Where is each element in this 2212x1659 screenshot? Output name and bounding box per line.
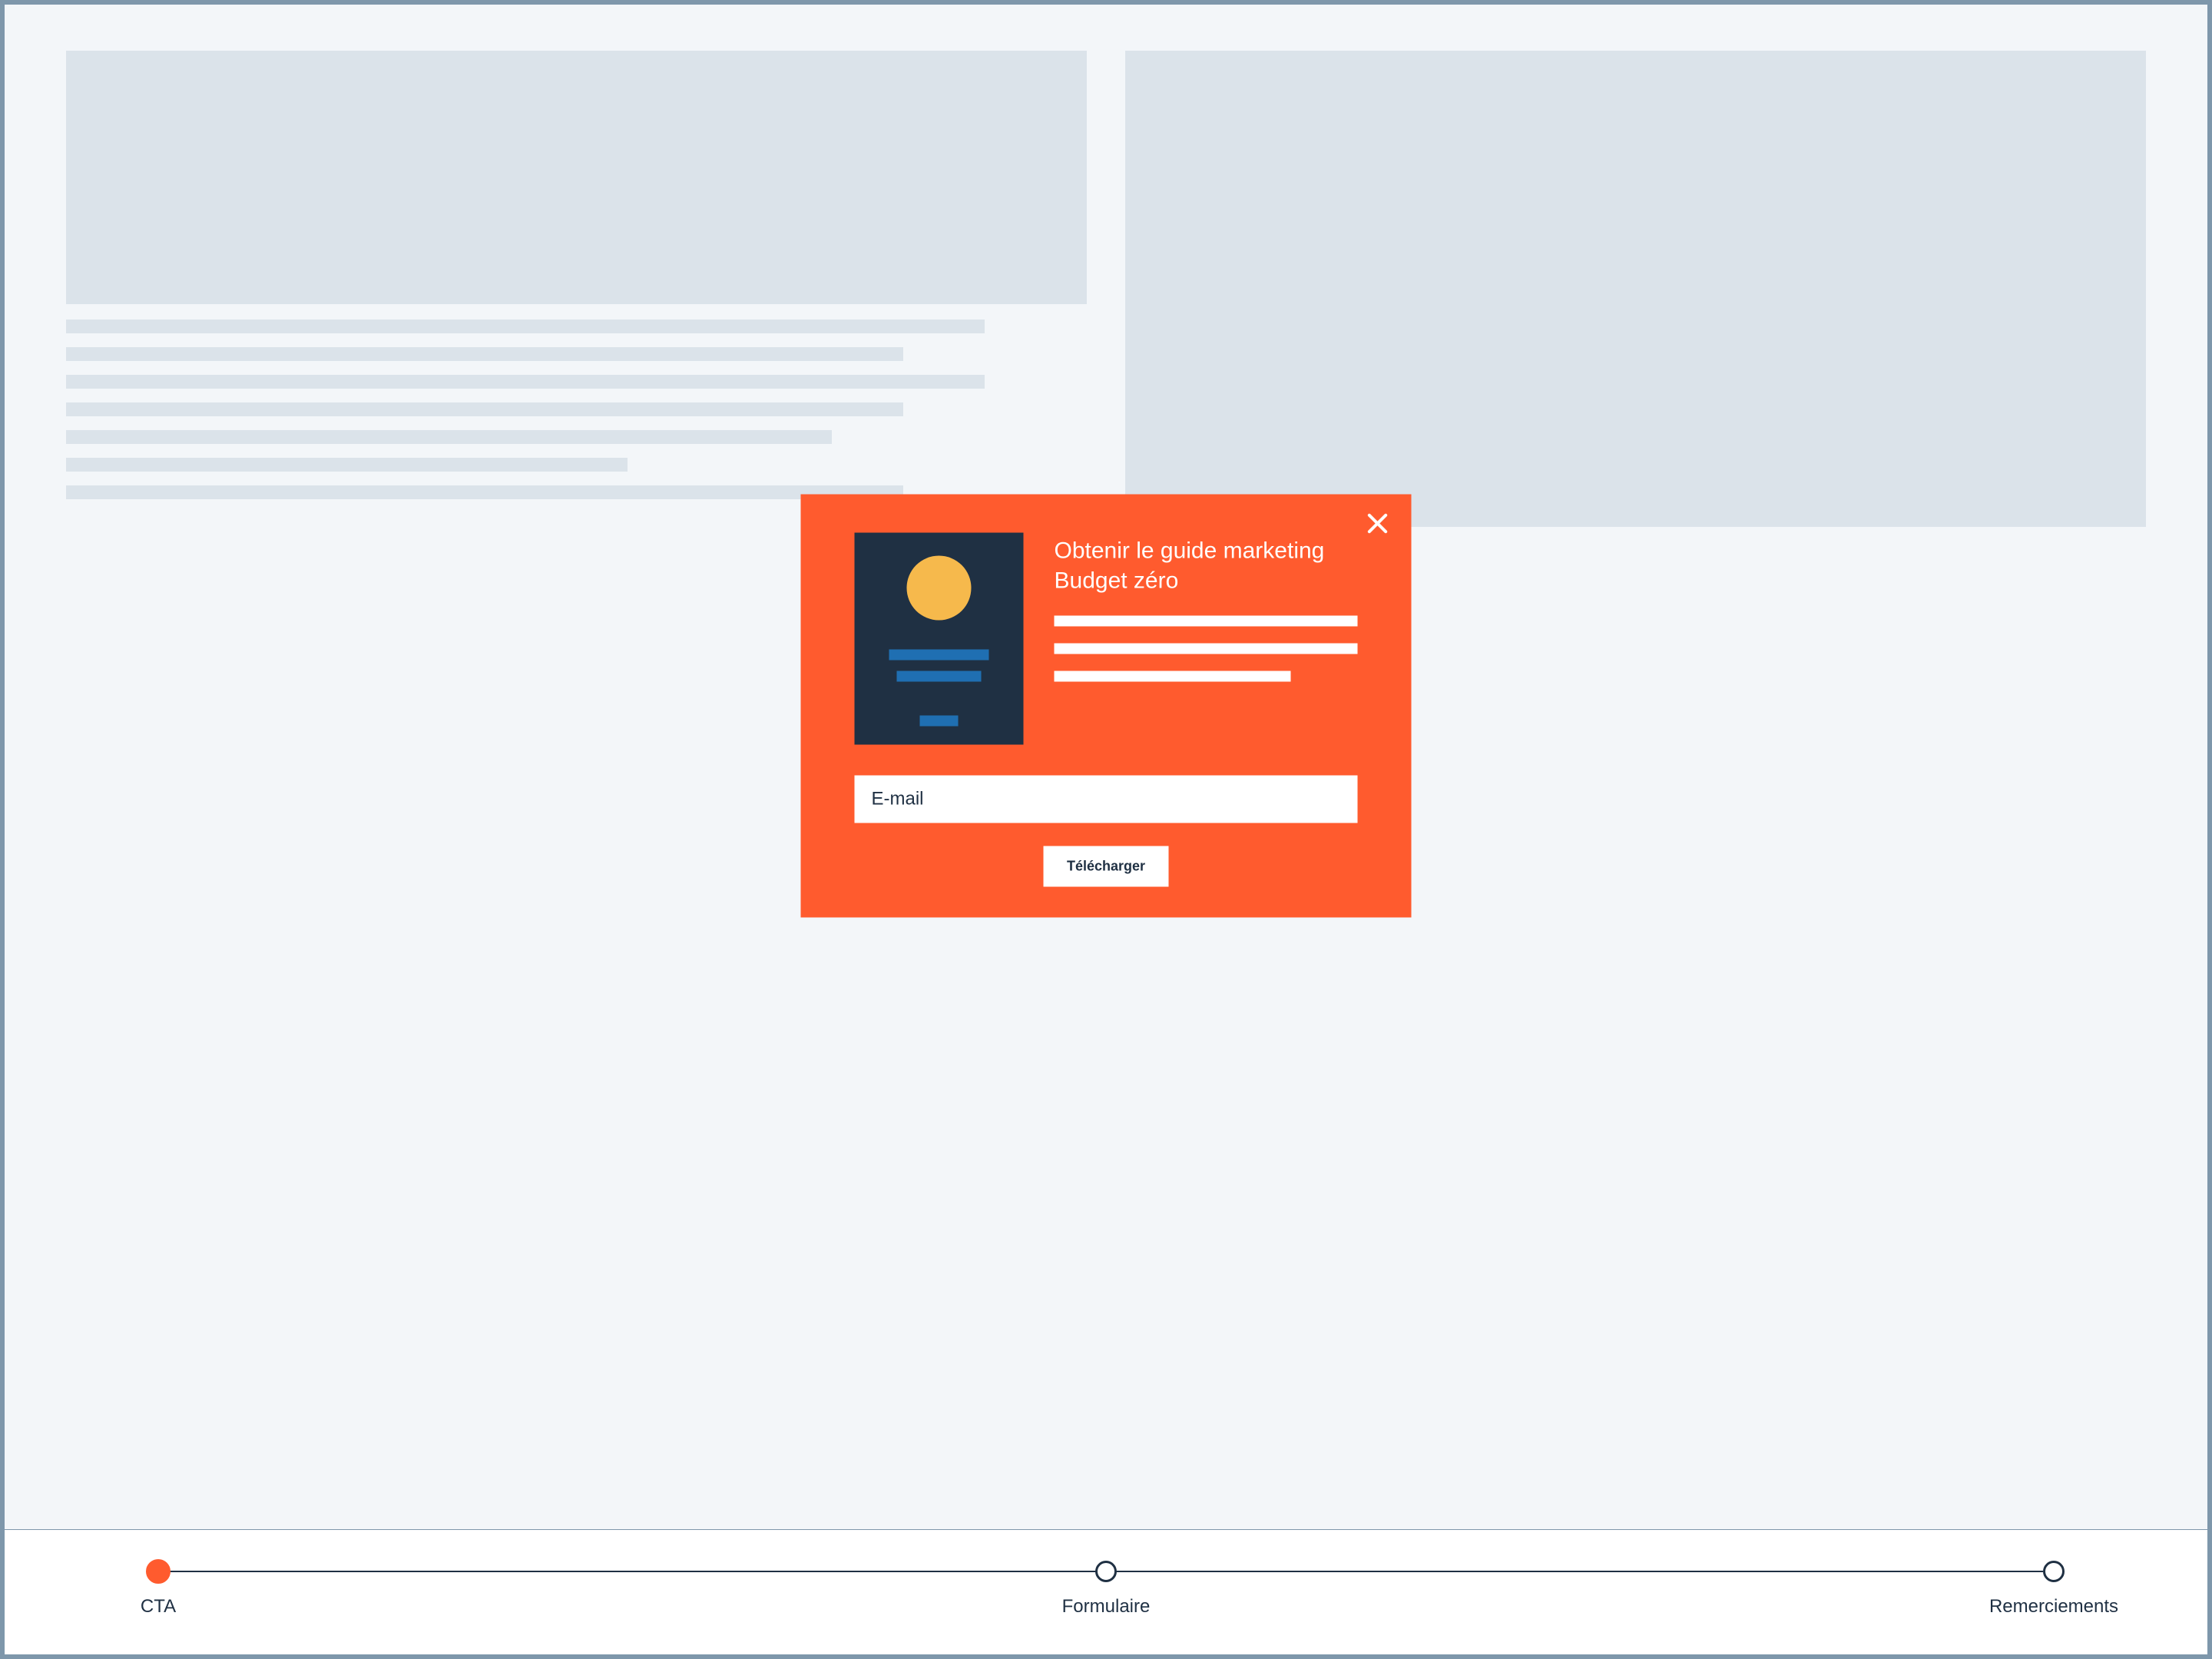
email-field[interactable] xyxy=(855,776,1358,823)
cta-modal: Obtenir le guide marketing Budget zéro T… xyxy=(801,495,1412,918)
step-node-formulaire[interactable] xyxy=(1095,1561,1117,1582)
text-placeholder-lines xyxy=(66,320,1087,513)
modal-title: Obtenir le guide marketing Budget zéro xyxy=(1055,536,1358,596)
close-icon xyxy=(1366,512,1390,536)
diagram-frame: Obtenir le guide marketing Budget zéro T… xyxy=(5,5,2207,1654)
preview-area: Obtenir le guide marketing Budget zéro T… xyxy=(5,5,2207,1530)
image-placeholder xyxy=(66,51,1087,304)
text-placeholder xyxy=(1055,616,1358,627)
download-button[interactable]: Télécharger xyxy=(1044,846,1168,887)
image-placeholder xyxy=(1125,51,2146,527)
step-node-cta[interactable] xyxy=(146,1559,171,1584)
thumb-line xyxy=(920,716,959,727)
sun-icon xyxy=(907,556,972,621)
text-placeholder xyxy=(1055,671,1291,682)
step-label: CTA xyxy=(141,1596,176,1618)
step-label: Remerciements xyxy=(1989,1596,2118,1618)
step-label: Formulaire xyxy=(1062,1596,1151,1618)
stepper: CTA Formulaire Remerciements xyxy=(5,1530,2207,1654)
step-node-remerciements[interactable] xyxy=(2043,1561,2065,1582)
text-placeholder xyxy=(1055,644,1358,654)
thumb-line xyxy=(889,650,989,661)
close-button[interactable] xyxy=(1366,512,1390,536)
modal-text: Obtenir le guide marketing Budget zéro xyxy=(1055,533,1358,699)
guide-thumbnail xyxy=(855,533,1024,745)
modal-content-row: Obtenir le guide marketing Budget zéro xyxy=(855,533,1358,745)
thumb-line xyxy=(897,671,982,682)
